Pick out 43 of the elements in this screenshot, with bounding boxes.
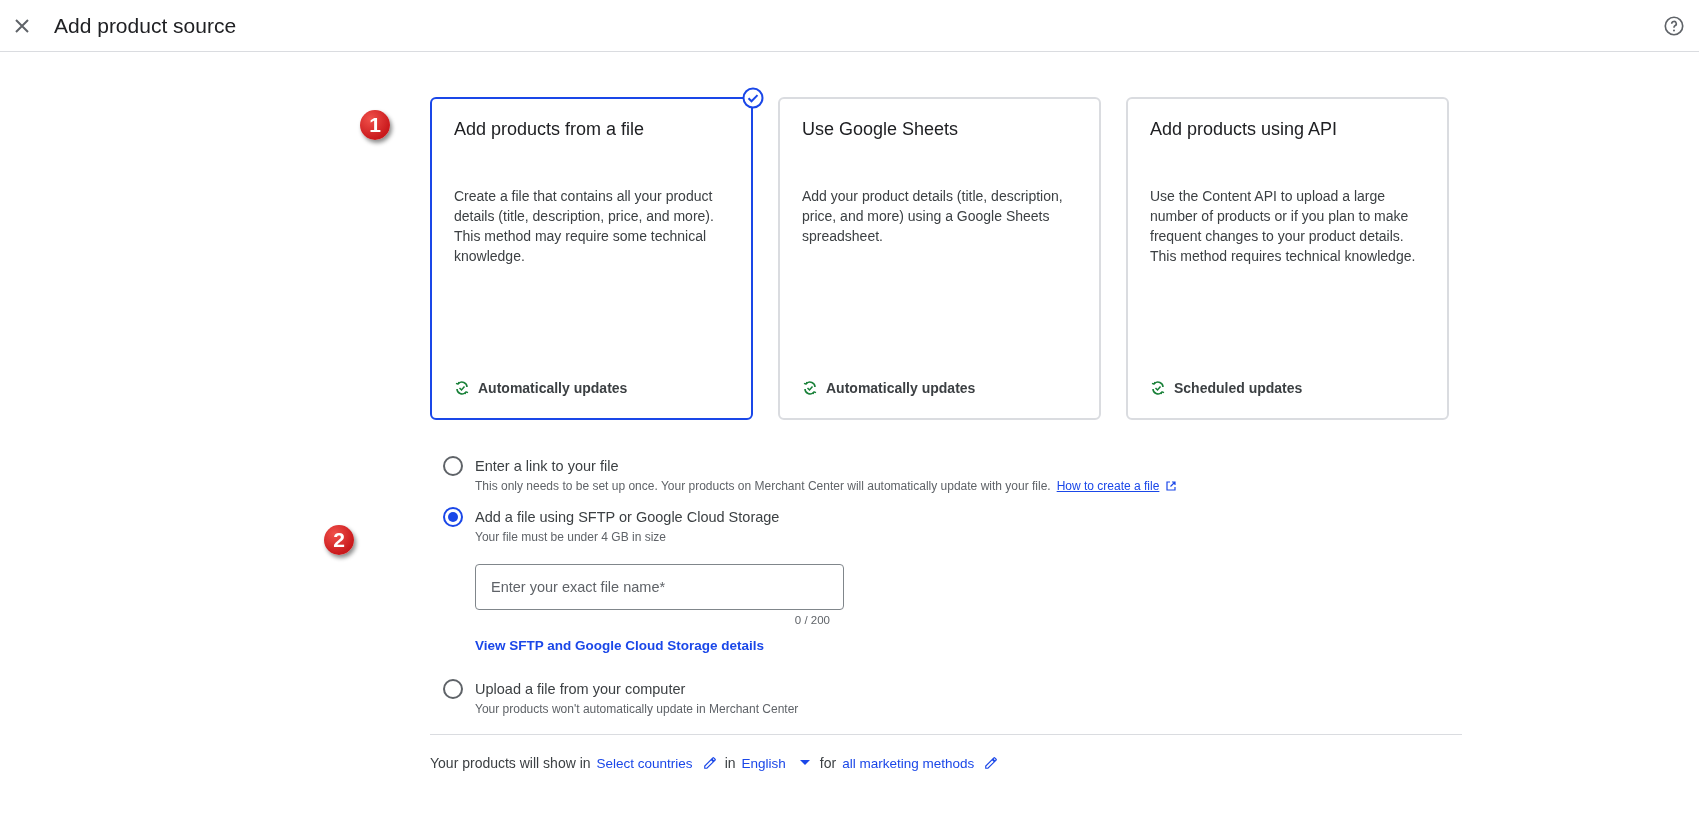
pencil-icon[interactable] (702, 756, 717, 770)
radio-button[interactable] (443, 679, 463, 699)
footer-text: Your products will show in (430, 755, 591, 771)
option-label: Upload a file from your computer (475, 680, 687, 699)
card-description: Use the Content API to upload a large number of products or if you plan to make frequent changes to your product details. This method requires technical knowledge. (1150, 187, 1417, 266)
help-icon[interactable] (1663, 14, 1685, 37)
step-badge: 2 (324, 525, 354, 555)
card-title: Use Google Sheets (802, 119, 960, 140)
card-title: Add products from a file (454, 119, 646, 140)
option-card[interactable]: Use Google Sheets Add your product details (title, description, price, and more) using a Google Sheets spreadsheet. Automatically updates (778, 97, 1101, 420)
caret-icon (799, 760, 810, 766)
option-hint: Your products won't automatically update in Merchant Center (475, 702, 799, 716)
sync-icon (454, 380, 470, 396)
option-label: Enter a link to your file (475, 457, 620, 476)
character-counter: 0 / 200 (793, 614, 831, 626)
help-link[interactable]: How to create a file (1056, 479, 1160, 493)
radio-button[interactable] (443, 507, 463, 527)
update-label: Automatically updates (826, 380, 976, 396)
edit-link[interactable]: all marketing methods (842, 755, 975, 771)
option-label: Add a file using SFTP or Google Cloud Storage (475, 508, 781, 527)
language-dropdown[interactable]: English (741, 755, 814, 771)
step-badge: 1 (360, 110, 390, 140)
option-hint: Your file must be under 4 GB in size (475, 530, 666, 544)
update-label: Scheduled updates (1174, 380, 1303, 396)
footer-text: in (724, 755, 736, 771)
page-title: Add product source (54, 13, 238, 38)
pencil-icon[interactable] (984, 756, 999, 770)
option-hint: This only needs to be set up once. Your products on Merchant Center will automatically update with your file. (475, 479, 1051, 493)
update-label: Automatically updates (478, 380, 628, 396)
option-card[interactable] (1126, 97, 1449, 420)
external-link-icon[interactable] (1165, 480, 1178, 492)
sync-icon (1150, 380, 1166, 396)
footer-text: for (819, 755, 837, 771)
details-link[interactable]: View SFTP and Google Cloud Storage details (475, 638, 765, 653)
file-name-field[interactable]: Enter your exact file name* (475, 564, 844, 610)
check-icon (742, 87, 764, 109)
sync-icon (802, 380, 818, 396)
option-card[interactable]: Add products from a file Create a file that contains all your product details (title, description, price, and more). This method may require some technical knowledge. Automatically updates (430, 97, 753, 420)
card-title: Add products using API (1150, 119, 1339, 140)
radio-button[interactable] (443, 456, 463, 476)
edit-link[interactable]: Select countries (596, 755, 693, 771)
card-description: Create a file that contains all your product details (title, description, price, and more). This method may require some technical knowledge. (454, 187, 715, 266)
card-description: Add your product details (title, description, price, and more) using a Google Sheets spreadsheet. (802, 187, 1064, 246)
